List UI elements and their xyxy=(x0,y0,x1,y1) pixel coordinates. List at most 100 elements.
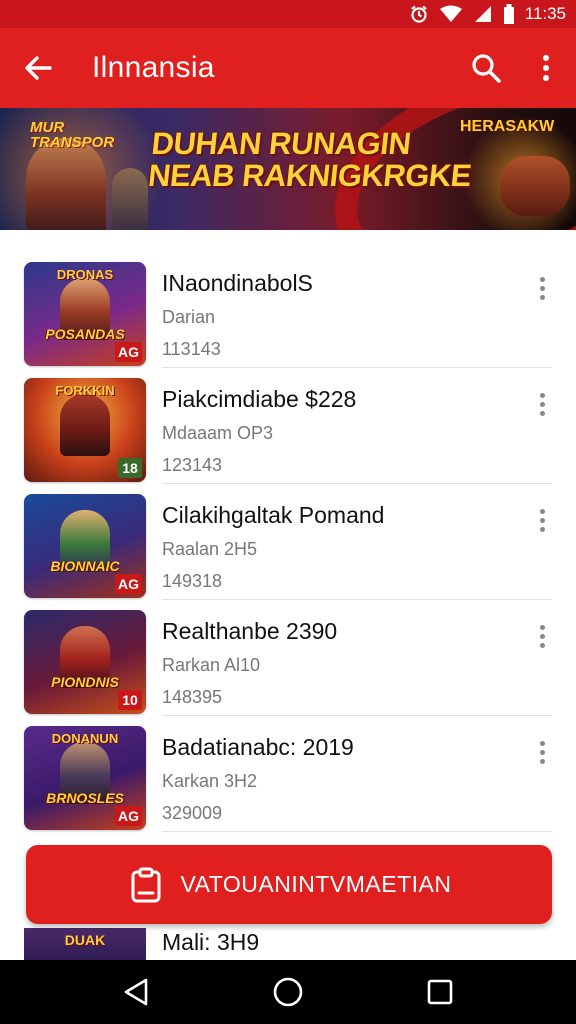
thumbnail-top-logo: DONANUN xyxy=(51,731,119,746)
more-dot xyxy=(539,517,545,523)
banner-right-tag: HERASAKW xyxy=(460,118,555,135)
game-meta: 148395 xyxy=(162,687,223,707)
game-subtitle: Karkan 3H2 xyxy=(162,771,258,791)
game-list: DRONAS POSANDAS AG INaondinabolS Darian … xyxy=(0,252,576,832)
game-meta: 113143 xyxy=(162,339,221,359)
more-dot xyxy=(539,633,545,639)
game-thumbnail: BIONNAIC AG xyxy=(24,494,146,598)
system-nav-bar xyxy=(0,960,576,1024)
thumbnail-logo: PIONDNIS xyxy=(51,674,119,690)
more-dot xyxy=(539,508,545,514)
triangle-back-icon xyxy=(124,978,148,1006)
item-more-button[interactable] xyxy=(528,616,556,656)
banner-companion-figure xyxy=(112,168,148,230)
more-dot xyxy=(539,740,545,746)
back-button[interactable] xyxy=(0,28,76,108)
search-button[interactable] xyxy=(456,28,516,108)
game-subtitle: Darian xyxy=(162,307,216,327)
game-subtitle: Mdaaam OP3 xyxy=(162,423,274,443)
game-title: INaondinabolS xyxy=(162,270,313,296)
thumbnail-top-logo: DUAK xyxy=(64,932,106,948)
list-item-partial[interactable]: DUAK Mali: 3H9 xyxy=(0,928,576,960)
primary-action-label: VATOUANINTVMAETIAN xyxy=(180,871,452,897)
more-dot xyxy=(539,624,545,630)
list-item[interactable]: FORKKIN 18 Piakcimdiabe $228 Mdaaam OP3 … xyxy=(0,368,576,484)
age-rating-badge: 18 xyxy=(118,458,142,478)
item-more-button[interactable] xyxy=(528,732,556,772)
more-dot xyxy=(539,392,545,398)
thumbnail-logo: POSANDAS xyxy=(45,326,125,342)
more-dot xyxy=(539,294,545,300)
more-dot xyxy=(539,285,545,291)
more-dot xyxy=(539,749,545,755)
battery-icon xyxy=(503,4,515,24)
banner-hero-figure xyxy=(26,138,106,230)
list-item[interactable]: PIONDNIS 10 Realthanbe 2390 Rarkan Al10 … xyxy=(0,600,576,716)
game-meta: 329009 xyxy=(162,803,223,823)
game-meta: 123143 xyxy=(162,455,223,475)
game-subtitle: Raalan 2H5 xyxy=(162,539,258,559)
game-title: Realthanbe 2390 xyxy=(162,618,338,644)
game-subtitle: Rarkan Al10 xyxy=(162,655,261,675)
banner-mini-logo: MUR TRANSPOR xyxy=(30,119,115,151)
game-info: Realthanbe 2390 Rarkan Al10 148395 xyxy=(162,614,502,710)
more-vert-icon xyxy=(543,55,549,81)
age-rating-badge: AG xyxy=(115,806,142,826)
thumbnail-logo: BRNOSLES xyxy=(46,790,124,806)
list-item[interactable]: DONANUN BRNOSLES AG Badatianabc: 2019 Ka… xyxy=(0,716,576,832)
list-item[interactable]: BIONNAIC AG Cilakihgaltak Pomand Raalan … xyxy=(0,484,576,600)
promo-banner[interactable]: MUR TRANSPOR DUHAN RUNAGIN NEAB RAKNIGKR… xyxy=(0,108,576,230)
circle-home-icon xyxy=(273,977,303,1007)
more-dot xyxy=(539,758,545,764)
game-thumbnail: FORKKIN 18 xyxy=(24,378,146,482)
divider xyxy=(162,831,552,832)
alarm-icon xyxy=(409,4,429,24)
app-bar: Ilnnansia xyxy=(0,28,576,108)
nav-back-button[interactable] xyxy=(106,962,166,1022)
banner-headline-line2: NEAB RAKNIGKRGKE xyxy=(146,158,473,193)
screen: 11:35 Ilnnansia MUR TRANSPOR DUHAN RUNAG… xyxy=(0,0,576,1024)
game-info: Badatianabc: 2019 Karkan 3H2 329009 xyxy=(162,730,502,826)
item-more-button[interactable] xyxy=(528,384,556,424)
age-rating-badge: AG xyxy=(115,574,142,594)
banner-headline-line1: DUHAN RUNAGIN xyxy=(149,126,413,161)
game-title: Cilakihgaltak Pomand xyxy=(162,502,385,528)
banner-fist-figure xyxy=(500,156,570,216)
item-more-button[interactable] xyxy=(528,268,556,308)
thumbnail-logo: BIONNAIC xyxy=(50,558,120,574)
clipboard-icon xyxy=(131,867,160,902)
more-dot xyxy=(539,642,545,648)
more-dot xyxy=(539,526,545,532)
thumbnail-character xyxy=(60,394,110,456)
arrow-left-icon xyxy=(25,56,52,80)
status-bar: 11:35 xyxy=(0,0,576,28)
game-title: Piakcimdiabe $228 xyxy=(162,386,357,412)
search-icon xyxy=(472,54,501,83)
game-thumbnail: DUAK xyxy=(24,928,146,960)
overflow-menu-button[interactable] xyxy=(516,28,576,108)
age-rating-badge: 10 xyxy=(118,690,142,710)
game-info: Piakcimdiabe $228 Mdaaam OP3 123143 xyxy=(162,382,502,478)
thumbnail-top-logo: FORKKIN xyxy=(55,383,115,398)
nav-home-button[interactable] xyxy=(258,962,318,1022)
item-more-button[interactable] xyxy=(528,500,556,540)
more-dot xyxy=(539,410,545,416)
more-dot xyxy=(539,401,545,407)
thumbnail-top-logo: DRONAS xyxy=(56,267,114,282)
game-thumbnail: DONANUN BRNOSLES AG xyxy=(24,726,146,830)
wifi-icon xyxy=(439,5,463,23)
nav-recents-button[interactable] xyxy=(410,962,470,1022)
banner-headline: DUHAN RUNAGIN NEAB RAKNIGKRGKE xyxy=(146,126,476,193)
list-item[interactable]: DRONAS POSANDAS AG INaondinabolS Darian … xyxy=(0,252,576,368)
game-title: Badatianabc: 2019 xyxy=(162,734,354,760)
status-time: 11:35 xyxy=(524,4,566,23)
game-meta: 149318 xyxy=(162,571,223,591)
game-info: Cilakihgaltak Pomand Raalan 2H5 149318 xyxy=(162,498,502,594)
page-title: Ilnnansia xyxy=(92,51,215,84)
age-rating-badge: AG xyxy=(115,342,142,362)
primary-action-button[interactable]: VATOUANINTVMAETIAN xyxy=(26,845,552,924)
square-recents-icon xyxy=(427,979,453,1005)
signal-icon xyxy=(473,5,493,23)
game-title: Mali: 3H9 xyxy=(162,929,260,955)
game-thumbnail: DRONAS POSANDAS AG xyxy=(24,262,146,366)
